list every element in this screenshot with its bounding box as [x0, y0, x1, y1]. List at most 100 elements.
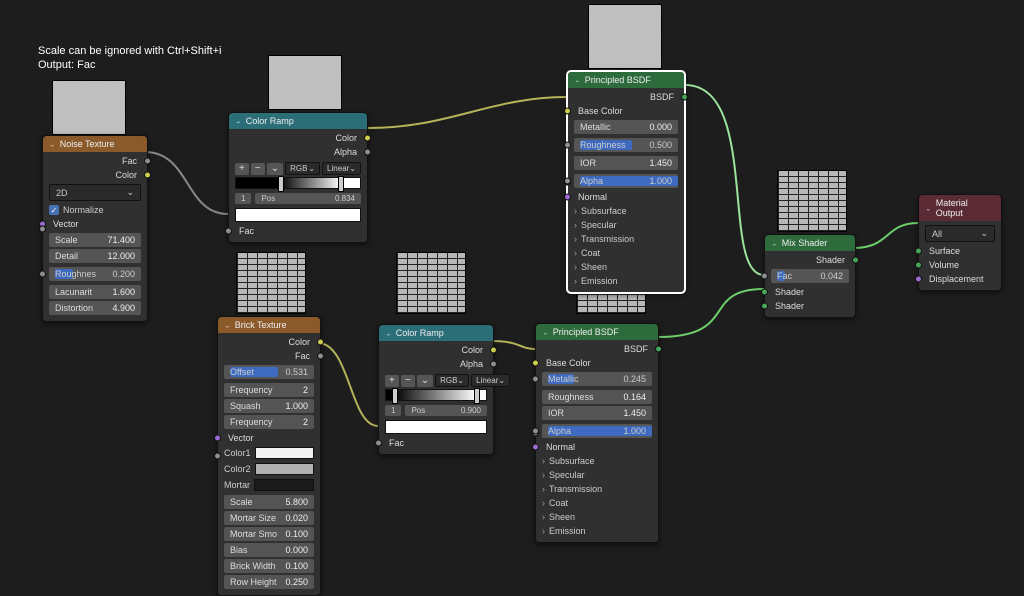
stop-pos[interactable]: Pos0.900: [405, 405, 487, 416]
param-roughness[interactable]: Roughness0.164: [542, 390, 652, 404]
param-brick-width[interactable]: Brick Width0.100: [224, 559, 314, 573]
output-color[interactable]: Color: [379, 343, 493, 357]
node-brick-texture[interactable]: ⌄Brick Texture Color Fac Offset0.531 Fre…: [217, 316, 321, 596]
param-offset[interactable]: Offset0.531: [218, 363, 320, 381]
node-color-ramp-2[interactable]: ⌄Color Ramp Color Alpha + − ⌄ RGB⌄ Linea…: [378, 324, 494, 455]
stop-index[interactable]: 1: [385, 405, 401, 416]
param-roughness[interactable]: Roughness0.500: [568, 136, 684, 154]
node-header[interactable]: ⌄Principled BSDF: [536, 324, 658, 340]
target-select[interactable]: All⌄: [925, 225, 995, 242]
group-transmission[interactable]: ›Transmission: [536, 482, 658, 496]
param-detail[interactable]: Detail12.000: [49, 249, 141, 263]
add-stop-button[interactable]: +: [235, 163, 249, 175]
param-frequency-1[interactable]: Frequency2: [224, 383, 314, 397]
group-subsurface[interactable]: ›Subsurface: [568, 204, 684, 218]
group-sheen[interactable]: ›Sheen: [536, 510, 658, 524]
gradient-bar[interactable]: [235, 177, 361, 189]
node-principled-bsdf-2[interactable]: ⌄Principled BSDF BSDF Base Color Metalli…: [535, 323, 659, 543]
normalize-checkbox[interactable]: ✓Normalize: [43, 203, 147, 217]
param-fac[interactable]: Fac0.042: [765, 267, 855, 285]
param-squash[interactable]: Squash1.000: [224, 399, 314, 413]
output-alpha[interactable]: Alpha: [379, 357, 493, 371]
group-specular[interactable]: ›Specular: [568, 218, 684, 232]
collapse-icon[interactable]: ⌄: [49, 141, 56, 147]
param-distortion[interactable]: Distortion4.900: [49, 301, 141, 315]
param-frequency-2[interactable]: Frequency2: [224, 415, 314, 429]
input-mortar[interactable]: Mortar: [218, 477, 320, 493]
input-vector[interactable]: Vector: [218, 431, 320, 445]
group-coat[interactable]: ›Coat: [536, 496, 658, 510]
color-mode-select[interactable]: RGB⌄: [285, 162, 320, 175]
output-color[interactable]: Color: [43, 168, 147, 182]
input-color2[interactable]: Color2: [218, 461, 320, 477]
param-metallic[interactable]: Metallic0.245: [536, 370, 658, 388]
output-bsdf[interactable]: BSDF: [536, 342, 658, 356]
input-volume[interactable]: Volume: [919, 258, 1001, 272]
node-principled-bsdf-1[interactable]: ⌄Principled BSDF BSDF Base Color Metalli…: [567, 71, 685, 293]
param-scale[interactable]: Scale71.400: [49, 233, 141, 247]
node-header[interactable]: ⌄Color Ramp: [379, 325, 493, 341]
node-material-output[interactable]: ⌄Material Output All⌄ Surface Volume Dis…: [918, 194, 1002, 291]
param-ior[interactable]: IOR1.450: [574, 156, 678, 170]
node-header[interactable]: ⌄Principled BSDF: [568, 72, 684, 88]
menu-icon[interactable]: ⌄: [417, 375, 433, 387]
group-specular[interactable]: ›Specular: [536, 468, 658, 482]
node-header[interactable]: ⌄Color Ramp: [229, 113, 367, 129]
interp-select[interactable]: Linear⌄: [471, 374, 510, 387]
group-transmission[interactable]: ›Transmission: [568, 232, 684, 246]
input-base-color[interactable]: Base Color: [536, 356, 658, 370]
node-header[interactable]: ⌄Material Output: [919, 195, 1001, 221]
param-roughness[interactable]: Roughnes0.200: [43, 265, 147, 283]
node-mix-shader[interactable]: ⌄Mix Shader Shader Fac0.042 Shader Shade…: [764, 234, 856, 318]
add-stop-button[interactable]: +: [385, 375, 399, 387]
output-alpha[interactable]: Alpha: [229, 145, 367, 159]
input-shader-2[interactable]: Shader: [765, 299, 855, 313]
stop-color[interactable]: [235, 208, 361, 222]
input-surface[interactable]: Surface: [919, 244, 1001, 258]
node-header[interactable]: ⌄Brick Texture: [218, 317, 320, 333]
input-fac[interactable]: Fac: [379, 436, 493, 450]
color-mode-select[interactable]: RGB⌄: [435, 374, 469, 387]
stop-pos[interactable]: Pos0.834: [255, 193, 361, 204]
stop-color[interactable]: [385, 420, 487, 434]
param-mortar-smooth[interactable]: Mortar Smo0.100: [224, 527, 314, 541]
param-ior[interactable]: IOR1.450: [542, 406, 652, 420]
stop-index[interactable]: 1: [235, 193, 251, 204]
input-normal[interactable]: Normal: [568, 190, 684, 204]
param-mortar-size[interactable]: Mortar Size0.020: [224, 511, 314, 525]
interp-select[interactable]: Linear⌄: [322, 162, 361, 175]
output-fac[interactable]: Fac: [43, 154, 147, 168]
dimension-select[interactable]: 2D⌄: [49, 184, 141, 201]
param-metallic[interactable]: Metallic0.000: [574, 120, 678, 134]
input-vector[interactable]: Vector: [43, 217, 147, 231]
group-emission[interactable]: ›Emission: [568, 274, 684, 288]
gradient-bar[interactable]: [385, 389, 487, 401]
output-color[interactable]: Color: [229, 131, 367, 145]
input-fac[interactable]: Fac: [229, 224, 367, 238]
node-noise-texture[interactable]: ⌄ Noise Texture Fac Color 2D⌄ ✓Normalize…: [42, 135, 148, 322]
input-shader-1[interactable]: Shader: [765, 285, 855, 299]
param-bias[interactable]: Bias0.000: [224, 543, 314, 557]
output-fac[interactable]: Fac: [218, 349, 320, 363]
output-color[interactable]: Color: [218, 335, 320, 349]
param-lacunarity[interactable]: Lacunarit1.600: [49, 285, 141, 299]
menu-icon[interactable]: ⌄: [267, 163, 283, 175]
input-base-color[interactable]: Base Color: [568, 104, 684, 118]
input-displacement[interactable]: Displacement: [919, 272, 1001, 286]
group-sheen[interactable]: ›Sheen: [568, 260, 684, 274]
input-color1[interactable]: Color1: [218, 445, 320, 461]
param-alpha[interactable]: Alpha1.000: [568, 172, 684, 190]
node-header[interactable]: ⌄ Noise Texture: [43, 136, 147, 152]
node-header[interactable]: ⌄Mix Shader: [765, 235, 855, 251]
param-row-height[interactable]: Row Height0.250: [224, 575, 314, 589]
param-scale[interactable]: Scale5.800: [224, 495, 314, 509]
group-coat[interactable]: ›Coat: [568, 246, 684, 260]
output-bsdf[interactable]: BSDF: [568, 90, 684, 104]
output-shader[interactable]: Shader: [765, 253, 855, 267]
group-emission[interactable]: ›Emission: [536, 524, 658, 538]
remove-stop-button[interactable]: −: [401, 375, 415, 387]
remove-stop-button[interactable]: −: [251, 163, 265, 175]
param-alpha[interactable]: Alpha1.000: [536, 422, 658, 440]
input-normal[interactable]: Normal: [536, 440, 658, 454]
group-subsurface[interactable]: ›Subsurface: [536, 454, 658, 468]
